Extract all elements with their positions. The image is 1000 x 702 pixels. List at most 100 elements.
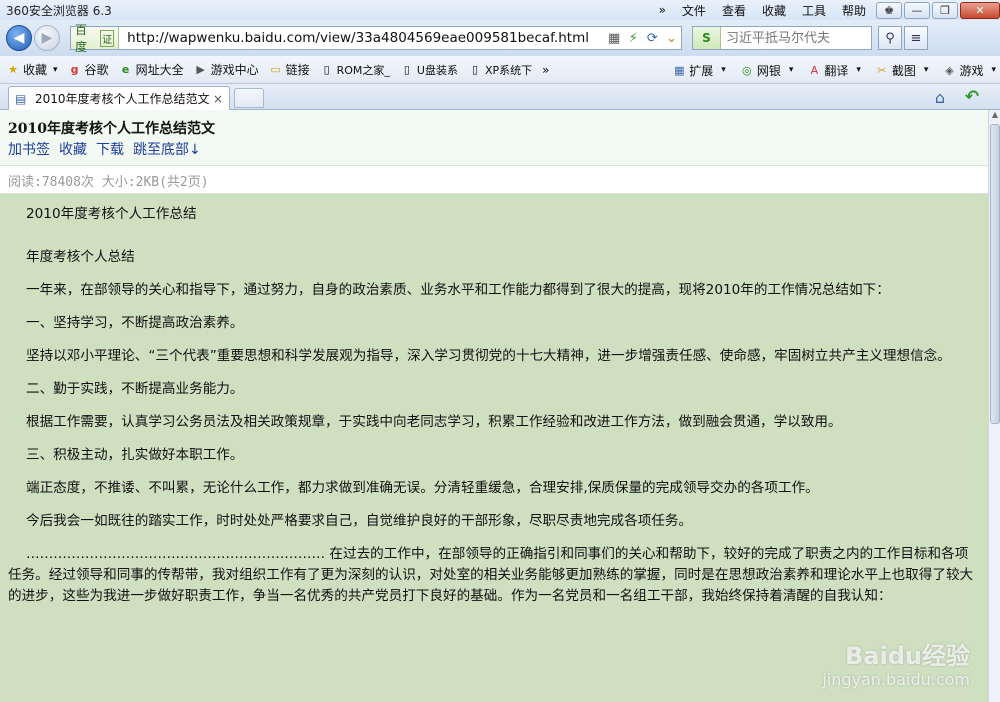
doc-meta: 阅读:78408次 大小:2KB(共2页) — [8, 175, 209, 190]
new-tab-button[interactable] — [234, 88, 264, 108]
paragraph: ………………………………………………………… 在过去的工作中，在部领导的正确指引… — [8, 546, 974, 604]
arrow-left-icon: ◀ — [13, 30, 25, 46]
close-window-button[interactable]: ✕ — [960, 1, 1000, 19]
sidebar-toggle-button[interactable]: ≡ — [904, 26, 928, 50]
search-box: S — [692, 26, 872, 50]
document-icon: ▤ — [15, 91, 27, 106]
section-heading: 一、坚持学习，不断提高政治素养。 — [26, 315, 244, 331]
tool-label: 扩展 — [689, 63, 714, 78]
search-input[interactable] — [726, 30, 866, 46]
url-input[interactable] — [127, 30, 605, 46]
tool-screenshot[interactable]: ✂ 截图 ▾ — [875, 62, 928, 79]
jump-to-bottom-link[interactable]: 跳至底部↓ — [133, 139, 201, 159]
fav-item-favorites[interactable]: ★ 收藏 ▾ — [6, 61, 57, 78]
star-icon: ★ — [8, 63, 18, 76]
paragraph: 端正态度，不推诿、不叫累，无论什么工作，都力求做到准确无误。分清轻重缓急，合理安… — [26, 480, 819, 496]
restore-icon: ❐ — [940, 3, 950, 17]
fav-item-google[interactable]: g 谷歌 — [68, 61, 109, 78]
search-button[interactable]: ⚲ — [878, 26, 902, 50]
doc-header: 2010年度考核个人工作总结范文 加书签 收藏 下载 跳至底部↓ — [0, 110, 988, 166]
fav-label: XP系统下 — [484, 63, 533, 77]
arrow-right-icon: ▶ — [41, 30, 53, 46]
fav-item-rom-home[interactable]: ▯ ROM之家_ — [320, 62, 390, 78]
paragraph: 年度考核个人总结 — [26, 249, 135, 265]
fav-label: ROM之家_ — [336, 63, 390, 77]
section-heading: 二、勤于实践，不断提高业务能力。 — [26, 381, 244, 397]
fav-item-url-directory[interactable]: e 网址大全 — [119, 61, 184, 78]
skin-icon: ♚ — [884, 3, 894, 17]
menu-view[interactable]: 查看 — [714, 2, 754, 19]
tool-translate[interactable]: A 翻译 ▾ — [807, 62, 861, 79]
address-toolbar: ◀ ▶ 百度 证 ▦ ⚡ ⟳ ⌄ S ⚲ ≡ — [0, 20, 1000, 56]
tool-label: 翻译 — [824, 63, 849, 78]
site-identity-badge[interactable]: 百度 证 — [71, 23, 120, 54]
forward-button[interactable]: ▶ — [34, 25, 60, 51]
tool-games[interactable]: ◈ 游戏 ▾ — [942, 62, 996, 79]
menu-file[interactable]: 文件 — [674, 2, 714, 19]
page-icon: ▯ — [323, 63, 330, 76]
tab-active[interactable]: ▤ 2010年度考核个人工作总结范文 × — [8, 86, 230, 110]
body-title: 2010年度考核个人工作总结 — [26, 206, 197, 222]
paragraph: 坚持以邓小平理论、“三个代表”重要思想和科学发展观为指导，深入学习贯彻党的十七大… — [26, 348, 951, 364]
home-icon[interactable]: ⌂ — [930, 87, 950, 107]
dropdown-chevron-icon[interactable]: ⌄ — [662, 28, 681, 48]
tab-close-button[interactable]: × — [211, 92, 225, 106]
undo-close-icon[interactable]: ↶ — [962, 87, 982, 107]
minimize-button[interactable]: — — [904, 1, 930, 19]
tool-online-banking[interactable]: ◎ 网银 ▾ — [740, 62, 793, 79]
refresh-icon[interactable]: ⟳ — [643, 28, 662, 48]
fav-item-game-center[interactable]: ▶ 游戏中心 — [194, 61, 258, 78]
qr-code-icon[interactable]: ▦ — [605, 28, 624, 48]
app-title: 360安全浏览器 6.3 — [6, 3, 112, 18]
menu-tools[interactable]: 工具 — [794, 2, 834, 19]
fav-label: U盘装系 — [416, 63, 458, 77]
page-icon: ▯ — [403, 63, 410, 76]
menu-icon: ≡ — [910, 30, 922, 46]
doc-actions: 加书签 收藏 下载 跳至底部↓ — [8, 139, 210, 159]
doc-body: 2010年度考核个人工作总结 年度考核个人总结 一年来，在部领导的关心和指导下，… — [0, 194, 988, 702]
favorite-link[interactable]: 收藏 — [59, 139, 87, 159]
tab-title: 2010年度考核个人工作总结范文 — [35, 92, 210, 106]
folder-icon: ▭ — [270, 63, 281, 76]
game-icon: ◈ — [945, 63, 954, 77]
search-icon: ⚲ — [885, 30, 895, 46]
ie-icon: e — [121, 63, 130, 76]
scissors-icon: ✂ — [877, 63, 887, 77]
tool-label: 游戏 — [959, 63, 984, 78]
fav-item-links[interactable]: ▭ 链接 — [269, 61, 309, 78]
toolbar-tools: ▦ 扩展 ▾ ◎ 网银 ▾ A 翻译 ▾ ✂ 截图 ▾ ◈ 游戏 ▾ — [658, 56, 1000, 84]
skin-button[interactable]: ♚ — [876, 1, 902, 19]
lightning-icon[interactable]: ⚡ — [624, 28, 643, 48]
fav-label: 网址大全 — [135, 63, 184, 77]
translate-icon: A — [810, 63, 819, 77]
fav-item-usb-install[interactable]: ▯ U盘装系 — [400, 62, 458, 78]
url-box: 百度 证 ▦ ⚡ ⟳ ⌄ — [70, 23, 682, 54]
tool-label: 截图 — [891, 63, 916, 78]
scroll-thumb[interactable] — [990, 124, 1000, 424]
section-heading: 三、积极主动，扎实做好本职工作。 — [26, 447, 244, 463]
search-engine-icon[interactable]: S — [693, 27, 721, 49]
tool-extensions[interactable]: ▦ 扩展 ▾ — [672, 62, 726, 79]
vertical-scrollbar[interactable]: ▲ — [988, 110, 1000, 702]
bank-icon: ◎ — [742, 63, 752, 77]
fav-overflow-button[interactable]: » — [542, 63, 549, 77]
menu-help[interactable]: 帮助 — [834, 2, 874, 19]
title-overflow-arrows[interactable]: » — [651, 3, 674, 17]
doc-meta-bar: 阅读:78408次 大小:2KB(共2页) — [0, 166, 988, 194]
gamepad-icon: ▶ — [196, 63, 205, 76]
favorites-bar: ★ 收藏 ▾ g 谷歌 e 网址大全 ▶ 游戏中心 ▭ 链接 ▯ ROM之家_ ▯ U盘装系 ▯… — [0, 56, 1000, 84]
extensions-icon: ▦ — [674, 63, 685, 77]
page-icon: ▯ — [471, 63, 478, 76]
download-link[interactable]: 下载 — [96, 139, 124, 159]
page-content: 2010年度考核个人工作总结范文 加书签 收藏 下载 跳至底部↓ 阅读:7840… — [0, 110, 988, 702]
fav-item-xp-download[interactable]: ▯ XP系统下 — [468, 62, 532, 78]
add-bookmark-link[interactable]: 加书签 — [8, 139, 50, 159]
tool-label: 网银 — [756, 63, 781, 78]
menu-favorites[interactable]: 收藏 — [754, 2, 794, 19]
paragraph: 根据工作需要，认真学习公务员法及相关政策规章，于实践中向老同志学习，积累工作经验… — [26, 414, 842, 430]
restore-button[interactable]: ❐ — [932, 1, 958, 19]
back-button[interactable]: ◀ — [6, 25, 32, 51]
scroll-up-arrow-icon[interactable]: ▲ — [990, 110, 1000, 122]
site-name: 百度 — [75, 23, 88, 54]
paragraph: 一年来，在部领导的关心和指导下，通过努力，自身的政治素质、业务水平和工作能力都得… — [26, 282, 890, 298]
